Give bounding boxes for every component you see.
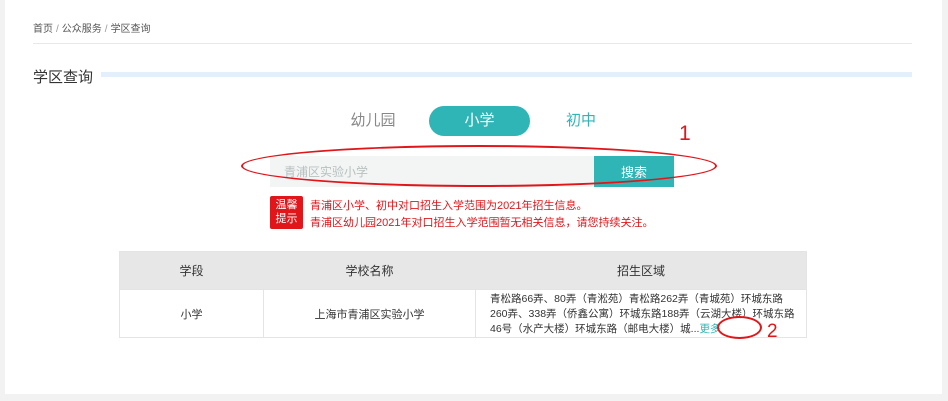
section-title: 学区查询 [33,69,94,86]
breadcrumb-services[interactable]: 公众服务 [62,24,102,35]
tab-kindergarten[interactable]: 幼儿园 [343,106,403,136]
breadcrumb-separator: / [104,24,108,35]
table-header-stage: 学段 [179,264,204,278]
cell-stage: 小学 [180,308,203,321]
tip-badge-line1: 温馨 [275,199,298,211]
tip-badge: 温馨 提示 [270,196,303,229]
annotation-label-2: 2 [767,321,778,342]
tip-line-1: 青浦区小学、初中对口招生入学范围为2021年招生信息。 [310,200,588,212]
table-header-school: 学校名称 [345,264,394,278]
breadcrumb: 首页 / 公众服务 / 学区查询 [33,20,151,35]
breadcrumb-divider [33,43,912,44]
annotation-label-1: 1 [679,122,691,145]
school-level-tabs: 幼儿园 小学 初中 [5,106,942,136]
table-header-area: 招生区域 [616,264,665,278]
results-table: 学段 学校名称 招生区域 小学 上海市青浦区实验小学 青松路66弄、80弄（青淞… [119,251,807,338]
tip-line-2: 青浦区幼儿园2021年对口招生入学范围暂无相关信息，请您持续关注。 [310,217,654,229]
table-header-row: 学段 学校名称 招生区域 [120,252,806,289]
main-card: 首页/公众服务/学区查询 学区查询 幼儿园 小学 初中 搜索 1 温馨 提示 青… [5,0,942,394]
cell-school: 上海市青浦区实验小学 [263,290,476,337]
tab-primary[interactable]: 小学 [429,106,530,136]
table-row: 小学 上海市青浦区实验小学 青松路66弄、80弄（青淞苑）青松路262弄（青城苑… [120,289,806,337]
tip-badge-line2: 提示 [275,213,298,225]
annotation-circle [717,316,762,339]
section-title-bar [101,72,912,77]
annotation-ellipse [241,145,717,187]
breadcrumb-current: 学区查询 [110,24,151,35]
breadcrumb-home[interactable]: 首页 [33,24,53,35]
breadcrumb-separator: / [56,24,59,35]
tab-middle[interactable]: 初中 [551,106,611,136]
